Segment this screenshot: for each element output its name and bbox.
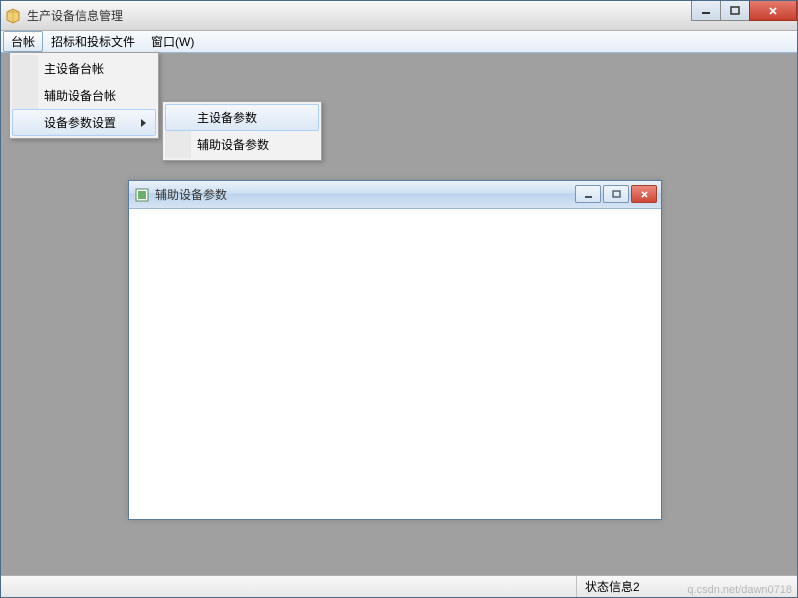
menu-item-main-params[interactable]: 主设备参数 bbox=[165, 104, 319, 131]
statusbar: 状态信息2 bbox=[1, 575, 797, 597]
maximize-button[interactable] bbox=[720, 1, 750, 21]
dropdown-param-submenu: 主设备参数 辅助设备参数 bbox=[162, 101, 322, 161]
child-window-controls bbox=[575, 185, 657, 203]
child-window: 辅助设备参数 bbox=[128, 180, 662, 520]
status-pane-1 bbox=[1, 576, 577, 597]
app-icon bbox=[5, 8, 21, 24]
menu-ledger[interactable]: 台帐 bbox=[3, 31, 43, 52]
window-controls bbox=[692, 1, 797, 21]
menu-item-aux-ledger[interactable]: 辅助设备台帐 bbox=[12, 82, 156, 109]
menu-item-aux-params[interactable]: 辅助设备参数 bbox=[165, 131, 319, 158]
close-button[interactable] bbox=[749, 1, 797, 21]
menu-item-label: 主设备参数 bbox=[197, 111, 257, 125]
close-icon bbox=[768, 6, 778, 16]
menubar: 台帐 招标和投标文件 窗口(W) bbox=[1, 31, 797, 53]
menu-item-main-ledger[interactable]: 主设备台帐 bbox=[12, 55, 156, 82]
menu-item-param-settings[interactable]: 设备参数设置 bbox=[12, 109, 156, 136]
child-window-icon bbox=[135, 188, 149, 202]
menu-item-label: 辅助设备台帐 bbox=[44, 89, 116, 103]
menu-item-label: 设备参数设置 bbox=[44, 116, 116, 130]
main-titlebar: 生产设备信息管理 bbox=[1, 1, 797, 31]
status-pane-2: 状态信息2 bbox=[577, 576, 797, 597]
maximize-icon bbox=[730, 6, 740, 16]
child-window-content bbox=[133, 213, 657, 515]
close-icon bbox=[640, 190, 649, 199]
minimize-icon bbox=[584, 190, 593, 199]
menu-window[interactable]: 窗口(W) bbox=[143, 31, 202, 52]
submenu-arrow-icon bbox=[141, 116, 147, 130]
child-close-button[interactable] bbox=[631, 185, 657, 203]
child-maximize-button[interactable] bbox=[603, 185, 629, 203]
menu-bidding[interactable]: 招标和投标文件 bbox=[43, 31, 143, 52]
menu-item-label: 主设备台帐 bbox=[44, 62, 104, 76]
minimize-icon bbox=[701, 6, 711, 16]
main-title: 生产设备信息管理 bbox=[27, 7, 793, 24]
dropdown-ledger-menu: 主设备台帐 辅助设备台帐 设备参数设置 bbox=[9, 52, 159, 139]
menu-item-label: 辅助设备参数 bbox=[197, 138, 269, 152]
child-minimize-button[interactable] bbox=[575, 185, 601, 203]
child-titlebar[interactable]: 辅助设备参数 bbox=[129, 181, 661, 209]
maximize-icon bbox=[612, 190, 621, 199]
minimize-button[interactable] bbox=[691, 1, 721, 21]
